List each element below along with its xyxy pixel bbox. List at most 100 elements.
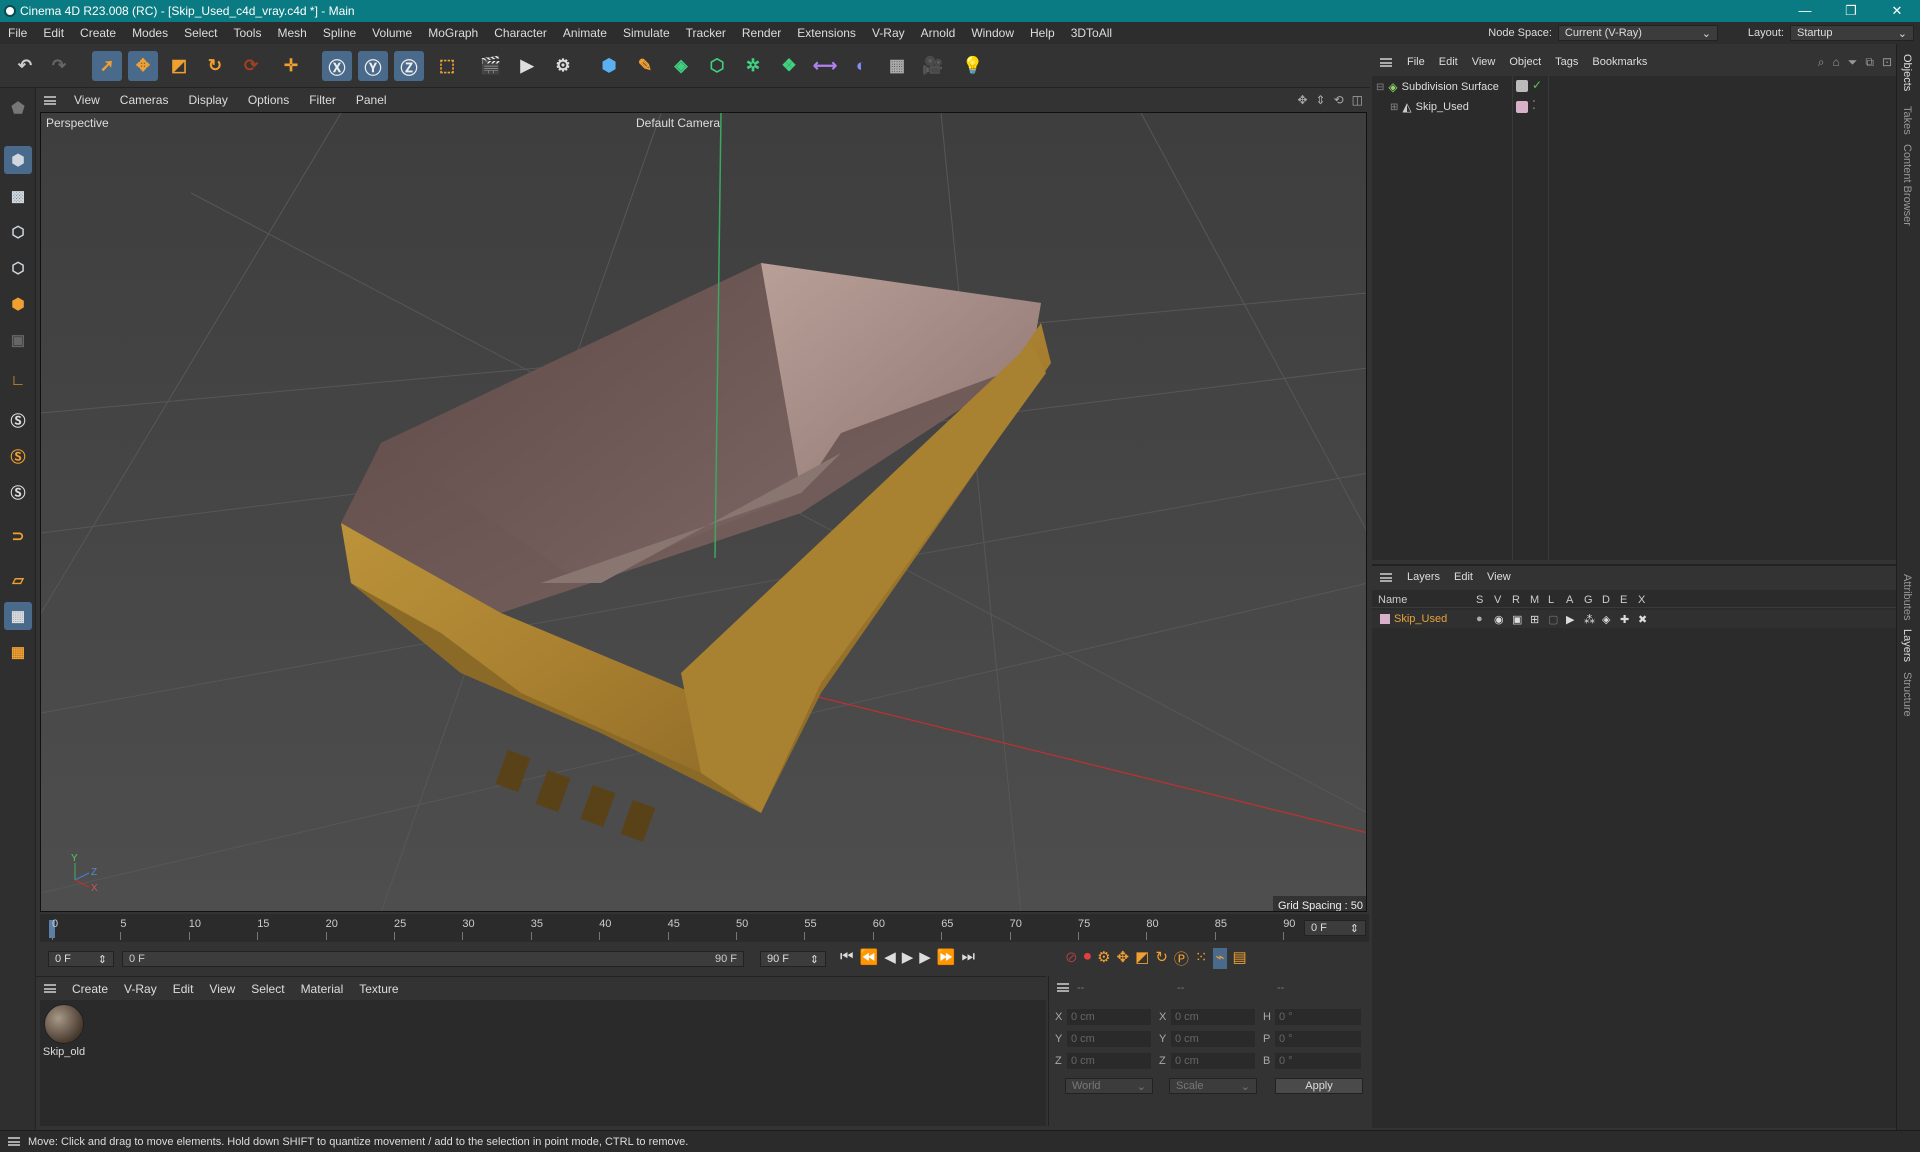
move-icon[interactable]: ✥ xyxy=(128,51,158,81)
locked-workplane-icon[interactable]: ▦ xyxy=(4,638,32,666)
redo-icon[interactable]: ↷ xyxy=(44,51,74,81)
layer-col-a[interactable]: A xyxy=(1566,594,1584,606)
generator-icon[interactable]: ⁂ xyxy=(1584,613,1602,626)
deformer-icon[interactable]: ◐ xyxy=(846,51,876,81)
edges-mode-icon[interactable]: ⬡ xyxy=(4,254,32,282)
menu-edit[interactable]: Edit xyxy=(35,26,72,40)
object-row-skip-used[interactable]: ⊞ ◭ Skip_Used xyxy=(1390,98,1469,116)
viewport-menu-panel[interactable]: Panel xyxy=(346,93,397,107)
tab-objects[interactable]: Objects xyxy=(1901,54,1913,91)
coordinate-space-dropdown[interactable]: World ⌄ xyxy=(1065,1078,1153,1094)
maximize-button[interactable]: ❐ xyxy=(1828,3,1874,19)
editor-visibility-icon[interactable] xyxy=(1516,80,1528,92)
layer-col-s[interactable]: S xyxy=(1476,594,1494,606)
menu-create[interactable]: Create xyxy=(72,26,124,40)
menu-window[interactable]: Window xyxy=(963,26,1022,40)
current-frame-field[interactable]: 0 F ⇕ xyxy=(1304,920,1366,936)
camera-icon[interactable]: 🎥 xyxy=(918,51,948,81)
cloner-icon[interactable]: ✲ xyxy=(738,51,768,81)
prev-key-icon[interactable]: ⏪ xyxy=(860,948,879,966)
menu-modes[interactable]: Modes xyxy=(124,26,176,40)
menu-spline[interactable]: Spline xyxy=(315,26,364,40)
menu-animate[interactable]: Animate xyxy=(555,26,615,40)
material-menu-edit[interactable]: Edit xyxy=(165,982,202,996)
uv-mode-icon[interactable]: ▣ xyxy=(4,326,32,354)
home-icon[interactable]: ⌂ xyxy=(1833,55,1840,70)
solo-dot-icon[interactable]: ● xyxy=(1476,613,1494,625)
material-menu-view[interactable]: View xyxy=(201,982,243,996)
menu-3dtoall[interactable]: 3DToAll xyxy=(1063,26,1120,40)
rot-h-field[interactable]: 0 ° xyxy=(1275,1009,1361,1025)
layer-col-x[interactable]: X xyxy=(1638,594,1656,606)
layer-col-v[interactable]: V xyxy=(1494,594,1512,606)
expression-icon[interactable]: ✚ xyxy=(1620,613,1638,626)
visibility-dots-icon[interactable]: ⁚ xyxy=(1532,98,1536,112)
key-settings-icon[interactable]: ⚙ xyxy=(1097,948,1110,969)
coordinate-mode-dropdown[interactable]: Scale ⌄ xyxy=(1169,1078,1257,1094)
grid-icon[interactable]: ▦ xyxy=(4,602,32,630)
material-menu-create[interactable]: Create xyxy=(64,982,116,996)
layer-col-name[interactable]: Name xyxy=(1372,594,1476,606)
hamburger-icon[interactable] xyxy=(44,95,56,105)
extrude-icon[interactable]: ⬡ xyxy=(702,51,732,81)
points-mode-icon[interactable]: ⬡ xyxy=(4,218,32,246)
magnet-icon[interactable]: ⊃ xyxy=(4,522,32,550)
record-icon[interactable]: ⊘ xyxy=(1065,948,1078,969)
rot-p-field[interactable]: 0 ° xyxy=(1275,1031,1361,1047)
key-position-icon[interactable]: ✥ xyxy=(1117,948,1130,969)
menu-simulate[interactable]: Simulate xyxy=(615,26,678,40)
render-icon[interactable]: ▣ xyxy=(1512,613,1530,626)
tab-attributes[interactable]: Attributes xyxy=(1901,574,1913,620)
render-region-icon[interactable]: 🎬 xyxy=(476,51,506,81)
layer-col-g[interactable]: G xyxy=(1584,594,1602,606)
menu-render[interactable]: Render xyxy=(734,26,789,40)
range-slider[interactable]: 0 F 90 F xyxy=(122,951,744,967)
y-axis-icon[interactable]: Ⓨ xyxy=(358,51,388,81)
toggle-layout-icon[interactable]: ◫ xyxy=(1352,93,1363,107)
viewport-menu-filter[interactable]: Filter xyxy=(299,93,346,107)
menu-mograph[interactable]: MoGraph xyxy=(420,26,486,40)
tab-takes[interactable]: Takes xyxy=(1901,106,1913,135)
menu-character[interactable]: Character xyxy=(486,26,555,40)
layer-col-l[interactable]: L xyxy=(1548,594,1566,606)
model-mode-icon[interactable]: ⬢ xyxy=(4,146,32,174)
layer-col-e[interactable]: E xyxy=(1620,594,1638,606)
axis-mode-icon[interactable]: ∟ xyxy=(4,366,32,394)
hamburger-icon[interactable] xyxy=(1380,572,1392,582)
goto-end-icon[interactable]: ⏭ xyxy=(962,948,976,966)
object-menu-view[interactable]: View xyxy=(1465,56,1503,68)
workplane-icon[interactable]: ▱ xyxy=(4,566,32,594)
rot-b-field[interactable]: 0 ° xyxy=(1275,1053,1361,1069)
key-parameter-icon[interactable]: Ⓟ xyxy=(1174,948,1189,969)
array-icon[interactable]: ❖ xyxy=(774,51,804,81)
object-menu-object[interactable]: Object xyxy=(1502,56,1548,68)
viewport-menu-view[interactable]: View xyxy=(64,93,110,107)
menu-extensions[interactable]: Extensions xyxy=(789,26,864,40)
material-menu-texture[interactable]: Texture xyxy=(351,982,406,996)
filter-icon[interactable]: ⏷ xyxy=(1848,55,1858,70)
size-z-field[interactable]: 0 cm xyxy=(1171,1053,1255,1069)
tab-layers[interactable]: Layers xyxy=(1901,629,1913,662)
polygons-mode-icon[interactable]: ⬢ xyxy=(4,290,32,318)
layer-color-swatch[interactable] xyxy=(1516,101,1528,113)
create-icon[interactable]: ✛ xyxy=(276,51,306,81)
symmetry-icon[interactable]: ⟷ xyxy=(810,51,840,81)
animation-icon[interactable]: ▶ xyxy=(1566,613,1584,626)
material-menu-material[interactable]: Material xyxy=(293,982,352,996)
object-menu-bookmarks[interactable]: Bookmarks xyxy=(1585,56,1654,68)
layer-row[interactable]: Skip_Used ● ◉ ▣ ⊞ ▢ ▶ ⁂ ◈ ✚ ✖ xyxy=(1372,610,1896,628)
camera-label[interactable]: Default Camera xyxy=(636,116,720,130)
key-rotation-icon[interactable]: ↻ xyxy=(1155,948,1168,969)
hamburger-icon[interactable] xyxy=(44,984,56,993)
menu-select[interactable]: Select xyxy=(176,26,225,40)
start-frame-field[interactable]: 0 F ⇕ xyxy=(48,951,114,967)
goto-start-icon[interactable]: ⏮ xyxy=(840,948,854,966)
minimize-button[interactable]: — xyxy=(1782,3,1828,19)
render-settings-icon[interactable]: ⚙ xyxy=(548,51,578,81)
material-item[interactable]: Skip_old xyxy=(42,1004,86,1058)
menu-tools[interactable]: Tools xyxy=(225,26,269,40)
object-row-subdivision[interactable]: ⊟ ◈ Subdivision Surface xyxy=(1376,78,1499,96)
menu-help[interactable]: Help xyxy=(1022,26,1063,40)
material-menu-select[interactable]: Select xyxy=(243,982,292,996)
zoom-icon[interactable]: ⇕ xyxy=(1316,93,1326,107)
